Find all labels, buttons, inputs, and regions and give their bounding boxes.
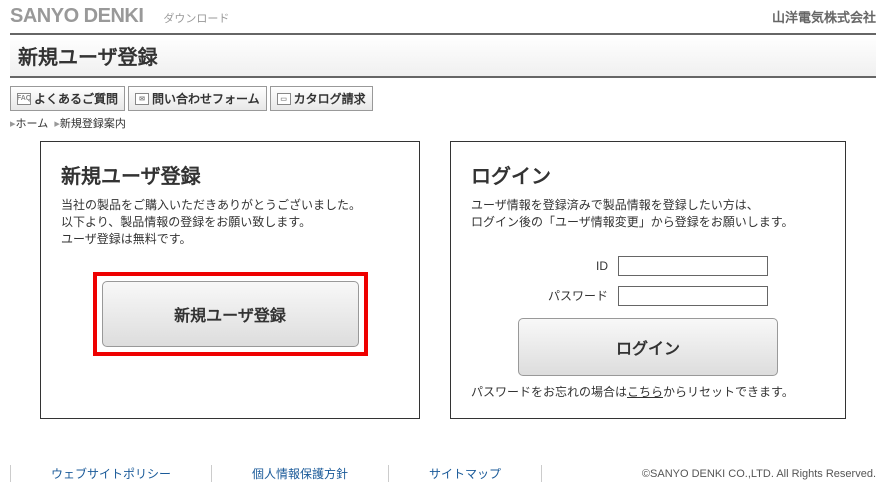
login-button[interactable]: ログイン: [518, 318, 778, 376]
company-name: 山洋電気株式会社: [772, 7, 876, 26]
register-desc-2: 以下より、製品情報の登録をお願い致します。: [61, 214, 399, 231]
copyright: ©SANYO DENKI CO.,LTD. All Rights Reserve…: [642, 468, 876, 480]
login-panel: ログイン ユーザ情報を登録済みで製品情報を登録したい方は、 ログイン後の「ユーザ…: [450, 141, 846, 419]
header: SANYO DENKI ダウンロード 山洋電気株式会社: [0, 0, 886, 33]
password-label: パスワード: [528, 287, 608, 304]
page-title: 新規ユーザ登録: [18, 41, 868, 70]
nav-buttons: FAQ よくあるご質問 ✉ 問い合わせフォーム ▭ カタログ請求: [10, 86, 876, 111]
id-row: ID: [471, 256, 825, 276]
register-button[interactable]: 新規ユーザ登録: [102, 281, 359, 347]
breadcrumb: ▸ホーム ▸新規登録案内: [10, 115, 876, 131]
main-content: 新規ユーザ登録 当社の製品をご購入いただきありがとうございました。 以下より、製…: [0, 141, 886, 419]
faq-button[interactable]: FAQ よくあるご質問: [10, 86, 125, 111]
mail-icon: ✉: [135, 93, 149, 105]
contact-button[interactable]: ✉ 問い合わせフォーム: [128, 86, 267, 111]
contact-label: 問い合わせフォーム: [152, 90, 260, 107]
forgot-password-text: パスワードをお忘れの場合はこちらからリセットできます。: [471, 384, 825, 401]
logo: SANYO DENKI: [10, 5, 143, 28]
faq-label: よくあるご質問: [34, 90, 118, 107]
login-fields: ID パスワード: [471, 256, 825, 306]
footer-policy-link[interactable]: ウェブサイトポリシー: [10, 465, 211, 482]
breadcrumb-current: 新規登録案内: [60, 118, 126, 130]
register-title: 新規ユーザ登録: [61, 160, 399, 189]
login-desc-2: ログイン後の「ユーザ情報変更」から登録をお願いします。: [471, 214, 825, 231]
footer-links: ウェブサイトポリシー 個人情報保護方針 サイトマップ: [10, 465, 542, 482]
register-button-highlight: 新規ユーザ登録: [93, 272, 368, 356]
forgot-link[interactable]: こちら: [627, 385, 663, 399]
book-icon: ▭: [277, 93, 291, 105]
logo-area: SANYO DENKI ダウンロード: [10, 5, 229, 28]
register-desc-3: ユーザ登録は無料です。: [61, 231, 399, 248]
password-input[interactable]: [618, 286, 768, 306]
page-title-bar: 新規ユーザ登録: [10, 33, 876, 78]
login-title: ログイン: [471, 160, 825, 189]
register-desc-1: 当社の製品をご購入いただきありがとうございました。: [61, 197, 399, 214]
footer-sitemap-link[interactable]: サイトマップ: [388, 465, 542, 482]
id-input[interactable]: [618, 256, 768, 276]
catalog-button[interactable]: ▭ カタログ請求: [270, 86, 373, 111]
faq-icon: FAQ: [17, 93, 31, 105]
forgot-post: からリセットできます。: [663, 385, 794, 399]
login-desc-1: ユーザ情報を登録済みで製品情報を登録したい方は、: [471, 197, 825, 214]
id-label: ID: [528, 259, 608, 273]
footer-privacy-link[interactable]: 個人情報保護方針: [211, 465, 388, 482]
register-panel: 新規ユーザ登録 当社の製品をご購入いただきありがとうございました。 以下より、製…: [40, 141, 420, 419]
breadcrumb-home[interactable]: ホーム: [16, 118, 49, 130]
password-row: パスワード: [471, 286, 825, 306]
footer: ウェブサイトポリシー 個人情報保護方針 サイトマップ ©SANYO DENKI …: [0, 459, 886, 486]
catalog-label: カタログ請求: [294, 90, 366, 107]
forgot-pre: パスワードをお忘れの場合は: [471, 385, 627, 399]
logo-subtitle: ダウンロード: [163, 10, 229, 26]
